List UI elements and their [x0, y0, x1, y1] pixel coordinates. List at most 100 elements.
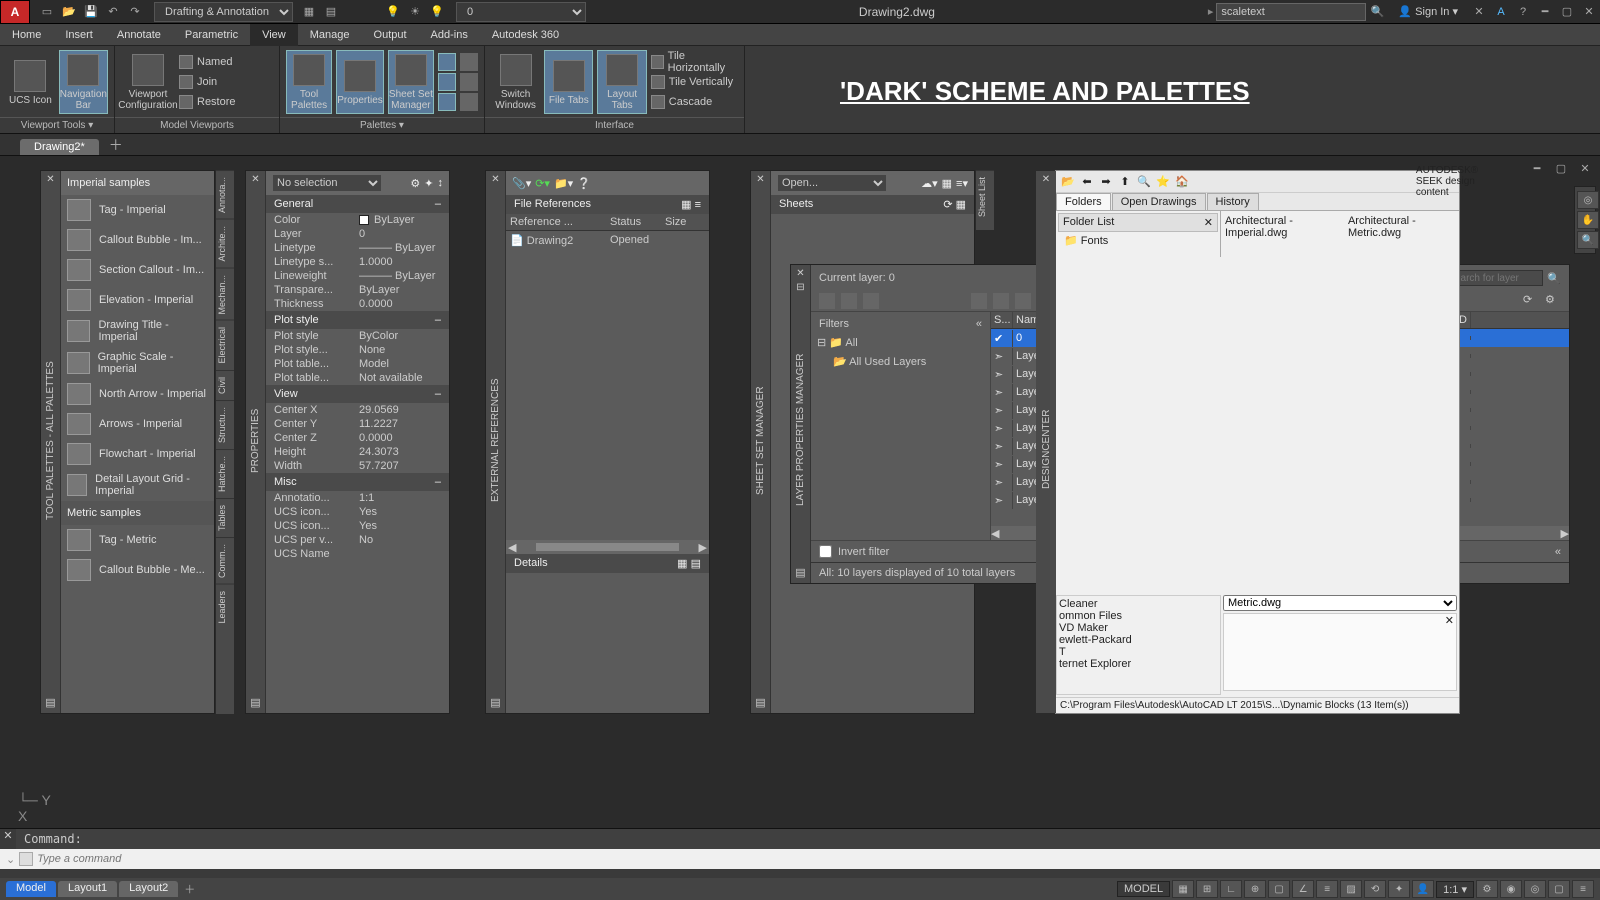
command-line[interactable]: ✕ Command: ⌄ — [0, 828, 1600, 878]
menu-manage[interactable]: Manage — [298, 24, 362, 46]
tile-vertical-button[interactable]: Tile Vertically — [651, 73, 738, 91]
dc-tree-item-fonts[interactable]: 📁 Fonts — [1058, 232, 1218, 249]
dc-list-item[interactable]: Cleaner — [1059, 598, 1218, 610]
menu-add-ins[interactable]: Add-ins — [419, 24, 480, 46]
qat-undo-icon[interactable]: ↶ — [103, 2, 123, 22]
osnap-toggle-icon[interactable]: ▢ — [1268, 880, 1290, 898]
ssm-options-icon[interactable]: ▤ — [755, 696, 765, 709]
join-button[interactable]: Join — [179, 73, 236, 91]
property-row[interactable]: Transpare...ByLayer — [266, 283, 449, 297]
infocenter-search[interactable] — [1216, 3, 1366, 21]
palette-small-2[interactable] — [438, 73, 456, 91]
tp-category-tab[interactable]: Tables — [216, 498, 234, 537]
dc-tree-close-icon[interactable]: ✕ — [1204, 216, 1213, 229]
nav-pan-icon[interactable]: ✋ — [1577, 211, 1599, 229]
search-button[interactable]: 🔍 — [1367, 2, 1387, 22]
xref-col-size[interactable]: Size — [665, 216, 700, 228]
dc-preview-close-icon[interactable]: ✕ — [1445, 614, 1454, 627]
property-row[interactable]: Plot styleByColor — [266, 329, 449, 343]
minimize-button[interactable]: ━ — [1535, 2, 1555, 22]
qat-sheet-icon[interactable]: ▤ — [321, 2, 341, 22]
cycling-toggle-icon[interactable]: ⟲ — [1364, 880, 1386, 898]
property-row[interactable]: Linetype s...1.0000 — [266, 255, 449, 269]
command-input[interactable] — [37, 853, 1598, 865]
property-row[interactable]: Plot style...None — [266, 343, 449, 357]
tp-category-tab[interactable]: Civil — [216, 370, 234, 400]
qat-grid-icon[interactable]: ▦ — [299, 2, 319, 22]
layer-dropdown[interactable]: 0 — [456, 2, 586, 22]
grid-toggle-icon[interactable]: ▦ — [1172, 880, 1194, 898]
hardware-accel-icon[interactable]: ◉ — [1500, 880, 1522, 898]
dc-tab-open-drawings[interactable]: Open Drawings — [1112, 193, 1206, 210]
property-row[interactable]: Layer0 — [266, 227, 449, 241]
properties-selection-dropdown[interactable]: No selection — [272, 174, 382, 192]
workspace-dropdown[interactable]: Drafting & Annotation — [154, 2, 293, 22]
filter-all[interactable]: ⊟ 📁 All — [815, 332, 986, 353]
drawing-max-icon[interactable]: ▢ — [1551, 158, 1571, 178]
help-icon[interactable]: ? — [1513, 2, 1533, 22]
app-menu-button[interactable]: A — [0, 0, 30, 24]
xref-scrollbar[interactable]: ◀▶ — [506, 540, 709, 554]
dc-search-icon[interactable]: 🔍 — [1136, 174, 1152, 190]
filter-all-used[interactable]: 📂 All Used Layers — [815, 353, 986, 370]
palette-small-4[interactable] — [460, 53, 478, 71]
ortho-toggle-icon[interactable]: ∟ — [1220, 880, 1242, 898]
named-button[interactable]: Named — [179, 53, 236, 71]
xref-help-icon[interactable]: ❔ — [577, 177, 591, 190]
tool-item[interactable]: Callout Bubble - Im... — [61, 225, 214, 255]
prop-section-header[interactable]: General– — [266, 195, 449, 213]
dc-back-icon[interactable]: ⬅ — [1079, 174, 1095, 190]
menu-insert[interactable]: Insert — [53, 24, 105, 46]
dc-fwd-icon[interactable]: ➡ — [1098, 174, 1114, 190]
customize-status-icon[interactable]: ≡ — [1572, 880, 1594, 898]
workspace-switch-icon[interactable]: ⚙ — [1476, 880, 1498, 898]
tp-category-tab[interactable]: Archite... — [216, 219, 234, 268]
palette-small-6[interactable] — [460, 93, 478, 111]
layer-mgr-close-icon[interactable]: ✕ — [796, 268, 804, 279]
tool-item[interactable]: Callout Bubble - Me... — [61, 555, 214, 585]
menu-parametric[interactable]: Parametric — [173, 24, 250, 46]
xref-palette[interactable]: ✕ EXTERNAL REFERENCES ▤ 📎▾ ⟳▾ 📁▾ ❔ File … — [485, 170, 710, 714]
layer-mgr-pin-icon[interactable]: ⊟ — [796, 282, 804, 293]
sheet-list-tab[interactable]: Sheet List — [976, 170, 994, 223]
dc-seek-label[interactable]: AUTODESK® SEEK design content — [1439, 174, 1455, 190]
xref-row[interactable]: 📄 Drawing2 Opened — [506, 231, 709, 250]
ssm-open-dropdown[interactable]: Open... — [777, 174, 887, 192]
delete-layer-icon[interactable] — [1015, 293, 1031, 309]
lineweight-toggle-icon[interactable]: ≡ — [1316, 880, 1338, 898]
xref-options-icon[interactable]: ▤ — [490, 696, 500, 709]
palette-small-3[interactable] — [438, 93, 456, 111]
tool-palettes-close-icon[interactable]: ✕ — [46, 174, 54, 185]
layout-tab-model[interactable]: Model — [6, 881, 56, 897]
new-frozen-layer-icon[interactable] — [993, 293, 1009, 309]
qat-sun-icon[interactable]: ☀ — [405, 2, 425, 22]
a360-icon[interactable]: A — [1491, 2, 1511, 22]
toggle-pickadd-icon[interactable]: ↕ — [438, 177, 444, 189]
new-filter-icon[interactable] — [819, 293, 835, 309]
dc-list-item[interactable]: ewlett-Packard — [1059, 634, 1218, 646]
prop-section-header[interactable]: Plot style– — [266, 311, 449, 329]
layout-add-button[interactable]: ＋ — [184, 881, 195, 897]
dc-file-list[interactable]: Cleanerommon FilesVD Makerewlett-Packard… — [1056, 595, 1221, 695]
polar-toggle-icon[interactable]: ⊕ — [1244, 880, 1266, 898]
tool-palettes-options-icon[interactable]: ▤ — [45, 696, 55, 709]
menu-home[interactable]: Home — [0, 24, 53, 46]
dc-list-item[interactable]: ternet Explorer — [1059, 658, 1218, 670]
nav-zoom-icon[interactable]: 🔍 — [1577, 231, 1599, 249]
tp-category-tab[interactable]: Structu... — [216, 400, 234, 449]
tool-palettes-button[interactable]: Tool Palettes — [286, 50, 332, 114]
property-row[interactable]: UCS icon...Yes — [266, 519, 449, 533]
sign-in-button[interactable]: 👤 Sign In ▾ — [1398, 5, 1458, 18]
xref-col-name[interactable]: Reference ... — [510, 216, 610, 228]
new-layer-icon[interactable] — [971, 293, 987, 309]
snap-toggle-icon[interactable]: ⊞ — [1196, 880, 1218, 898]
tool-palettes-vtabs[interactable]: Annota...Archite...Mechan...ElectricalCi… — [216, 170, 234, 714]
property-row[interactable]: Thickness0.0000 — [266, 297, 449, 311]
invert-filter-checkbox[interactable] — [819, 545, 832, 558]
palette-small-1[interactable] — [438, 53, 456, 71]
viewport-config-button[interactable]: Viewport Configuration — [121, 50, 175, 114]
menu-annotate[interactable]: Annotate — [105, 24, 173, 46]
refresh-icon[interactable]: ⟳▾ — [535, 177, 550, 190]
details-header[interactable]: Details▦ ▤ — [506, 554, 709, 573]
new-group-icon[interactable] — [841, 293, 857, 309]
